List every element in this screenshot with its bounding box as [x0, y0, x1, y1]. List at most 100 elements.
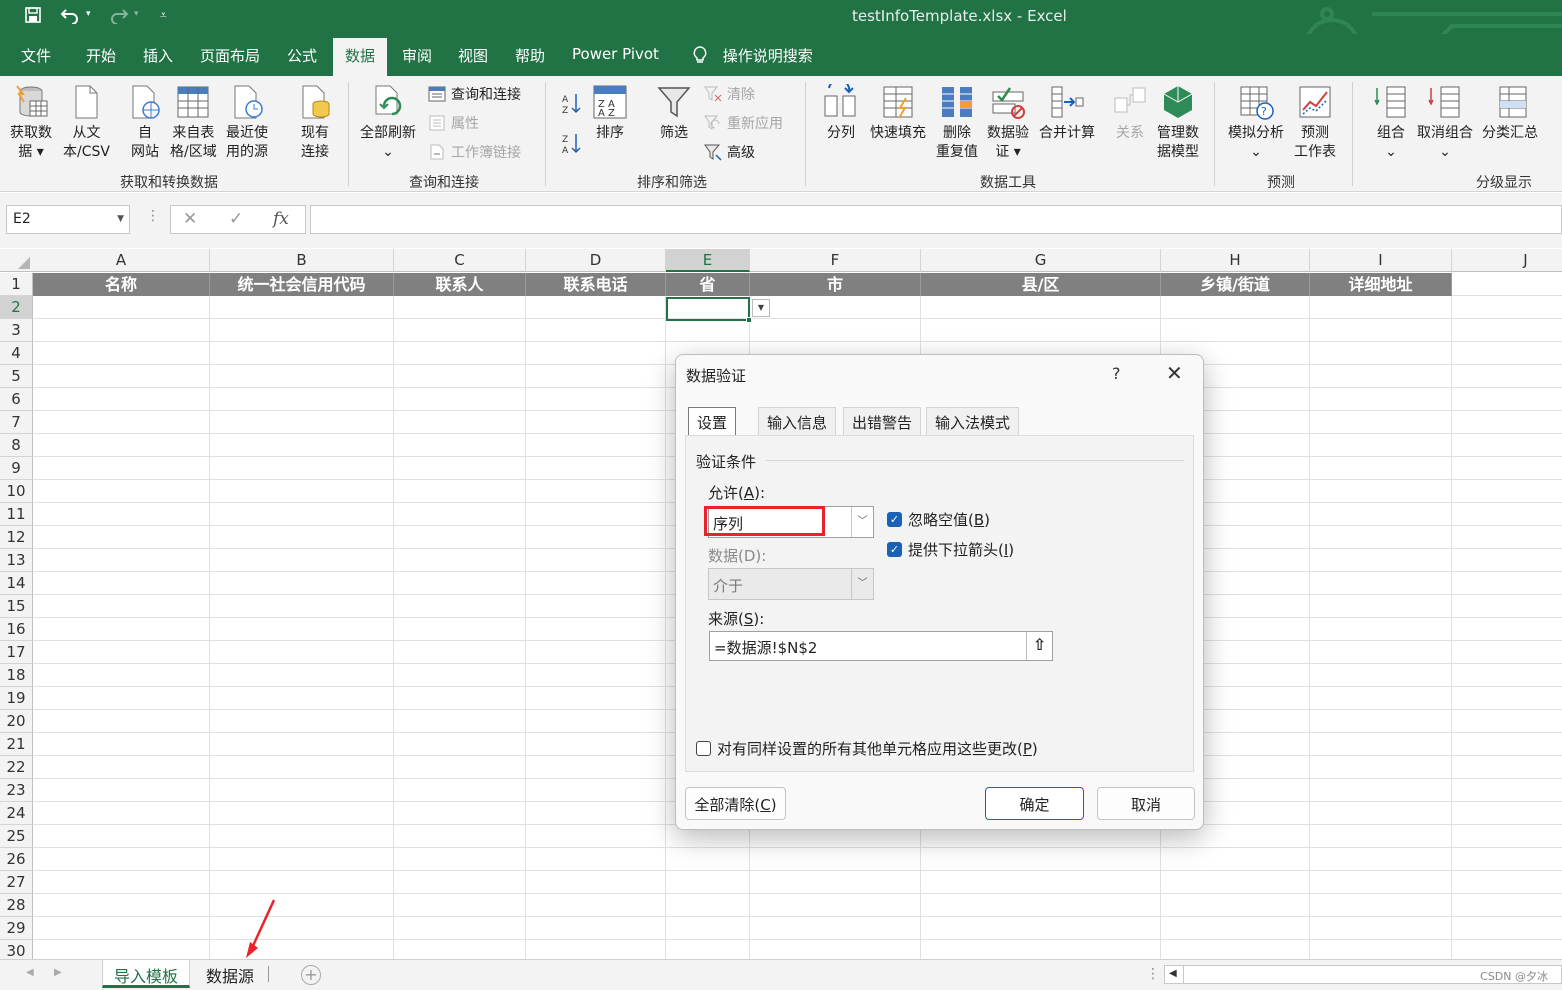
queries-connections-button[interactable]: 查询和连接	[428, 84, 521, 104]
sort-button[interactable]: Z AA Z 排序	[592, 84, 628, 143]
undo-dropdown-icon[interactable]: ▾	[86, 9, 91, 19]
select-all-corner[interactable]	[0, 249, 34, 272]
row-header[interactable]: 21	[0, 733, 33, 756]
row-header[interactable]: 12	[0, 526, 33, 549]
group-button[interactable]: 组合 ⌄	[1373, 84, 1409, 162]
row-header[interactable]: 25	[0, 825, 33, 848]
row-header[interactable]: 29	[0, 917, 33, 940]
tab-data[interactable]: 数据	[333, 38, 388, 76]
remove-duplicates-button[interactable]: 删除 重复值	[936, 84, 978, 162]
tab-input-message[interactable]: 输入信息	[758, 407, 837, 435]
header-cell[interactable]: 省	[666, 273, 750, 296]
row-header[interactable]: 5	[0, 365, 33, 388]
row-header[interactable]: 17	[0, 641, 33, 664]
close-button[interactable]: ✕	[1166, 361, 1183, 385]
header-cell[interactable]: 联系电话	[526, 273, 666, 296]
help-button[interactable]: ?	[1112, 364, 1121, 383]
drag-handle-icon[interactable]: ⋮	[146, 208, 160, 224]
scroll-left-icon[interactable]: ◀	[1169, 968, 1177, 979]
redo-dropdown-icon[interactable]: ▾	[134, 9, 139, 19]
row-header[interactable]: 19	[0, 687, 33, 710]
tab-power-pivot[interactable]: Power Pivot	[572, 45, 659, 63]
recent-sources-button[interactable]: 最近使 用的源	[226, 84, 268, 162]
header-cell[interactable]: 统一社会信用代码	[210, 273, 394, 296]
row-header[interactable]: 13	[0, 549, 33, 572]
column-header[interactable]: F	[750, 249, 921, 272]
tab-help[interactable]: 帮助	[515, 45, 545, 66]
sheet-tab-import-template[interactable]: 导入模板	[102, 960, 191, 988]
cancel-icon[interactable]: ✕	[183, 209, 197, 229]
tab-page-layout[interactable]: 页面布局	[200, 45, 260, 66]
prev-sheet-icon[interactable]: ◀	[26, 967, 34, 978]
tab-insert[interactable]: 插入	[143, 45, 173, 66]
save-icon[interactable]	[24, 6, 42, 28]
get-data-button[interactable]: 获取数据 ▾	[10, 84, 52, 162]
tab-ime-mode[interactable]: 输入法模式	[926, 407, 1020, 435]
tab-home[interactable]: 开始	[86, 45, 116, 66]
row-header[interactable]: 30	[0, 940, 33, 959]
undo-icon[interactable]	[59, 6, 81, 28]
filter-button[interactable]: 筛选	[656, 84, 692, 143]
header-cell[interactable]: 县/区	[921, 273, 1161, 296]
customize-toolbar-icon[interactable]: ⩡	[160, 8, 167, 23]
tab-error-alert[interactable]: 出错警告	[843, 407, 922, 435]
row-header[interactable]: 7	[0, 411, 33, 434]
tab-formulas[interactable]: 公式	[287, 45, 317, 66]
tab-file[interactable]: 文件	[21, 45, 51, 66]
what-if-analysis-button[interactable]: ? 模拟分析 ⌄	[1228, 84, 1284, 162]
insert-function-icon[interactable]: fx	[273, 209, 289, 229]
refresh-all-button[interactable]: 全部刷新 ⌄	[360, 84, 416, 162]
drag-handle-icon[interactable]: ⋮	[1146, 966, 1160, 982]
consolidate-button[interactable]: 合并计算	[1039, 84, 1095, 143]
row-header[interactable]: 15	[0, 595, 33, 618]
cancel-button[interactable]: 取消	[1097, 787, 1195, 820]
header-cell[interactable]: 市	[750, 273, 921, 296]
tab-review[interactable]: 审阅	[402, 45, 432, 66]
row-header[interactable]: 9	[0, 457, 33, 480]
reapply-button[interactable]: 重新应用	[704, 113, 783, 133]
add-sheet-button[interactable]: +	[301, 965, 321, 985]
advanced-filter-button[interactable]: 高级	[704, 142, 755, 162]
text-to-columns-button[interactable]: 分列	[823, 84, 859, 143]
column-header[interactable]: J	[1452, 249, 1562, 272]
selected-cell[interactable]	[666, 297, 752, 323]
row-header[interactable]: 3	[0, 319, 33, 342]
header-cell[interactable]: 乡镇/街道	[1161, 273, 1310, 296]
row-header[interactable]: 10	[0, 480, 33, 503]
in-cell-dropdown-checkbox[interactable]: ✓ 提供下拉箭头(I)	[887, 539, 1014, 560]
ignore-blank-checkbox[interactable]: ✓ 忽略空值(B)	[887, 509, 990, 530]
row-header[interactable]: 4	[0, 342, 33, 365]
collapse-dialog-icon[interactable]: ⇧	[1026, 632, 1052, 660]
existing-connections-button[interactable]: 现有 连接	[297, 84, 333, 162]
row-header[interactable]: 11	[0, 503, 33, 526]
row-header[interactable]: 28	[0, 894, 33, 917]
row-header[interactable]: 1	[0, 273, 33, 296]
fill-handle[interactable]	[746, 317, 752, 323]
row-header[interactable]: 8	[0, 434, 33, 457]
row-header[interactable]: 2	[0, 296, 33, 319]
column-header[interactable]: C	[394, 249, 526, 272]
ok-button[interactable]: 确定	[985, 787, 1084, 820]
from-web-button[interactable]: 自网站	[127, 84, 163, 162]
from-table-button[interactable]: 来自表 格/区域	[170, 84, 217, 162]
relationships-button[interactable]: 关系	[1112, 84, 1148, 143]
column-header[interactable]: B	[210, 249, 394, 272]
source-input[interactable]: =数据源!$N$2 ⇧	[709, 631, 1053, 661]
data-validation-button[interactable]: 数据验证 ▾	[987, 84, 1029, 162]
header-cell[interactable]: 详细地址	[1310, 273, 1452, 296]
data-operator-select[interactable]: 介于 ﹀	[708, 568, 874, 600]
row-header[interactable]: 27	[0, 871, 33, 894]
column-header[interactable]: D	[526, 249, 666, 272]
subtotal-button[interactable]: 分类汇总	[1482, 84, 1538, 143]
row-header[interactable]: 20	[0, 710, 33, 733]
apply-to-all-checkbox[interactable]: 对有同样设置的所有其他单元格应用这些更改(P)	[696, 738, 1038, 759]
sort-za-icon[interactable]: ZA	[561, 132, 581, 158]
sort-az-icon[interactable]: AZ	[561, 92, 581, 118]
ungroup-button[interactable]: 取消组合 ⌄	[1417, 84, 1473, 162]
row-header[interactable]: 24	[0, 802, 33, 825]
tell-me-search[interactable]: 操作说明搜索	[692, 45, 813, 66]
tab-view[interactable]: 视图	[458, 45, 488, 66]
column-header[interactable]: E	[666, 249, 750, 272]
column-header[interactable]: A	[33, 249, 210, 272]
from-text-csv-button[interactable]: 从文 本/CSV	[63, 84, 110, 162]
